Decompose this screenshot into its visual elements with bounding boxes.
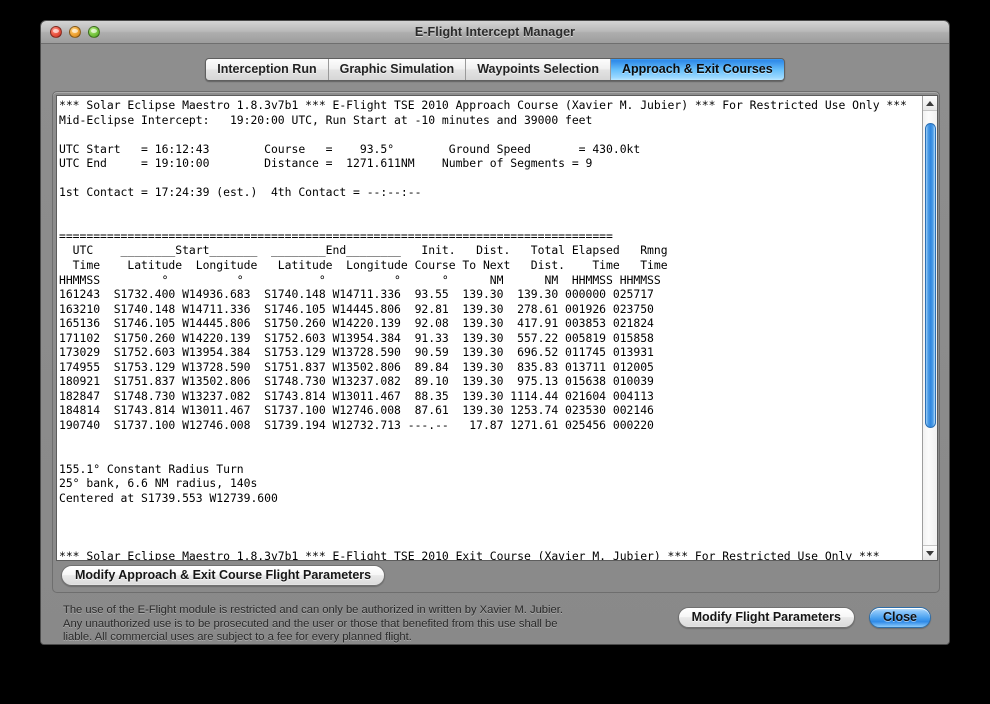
tab-bar: Interception Run Graphic Simulation Wayp… <box>41 58 949 81</box>
report-text: *** Solar Eclipse Maestro 1.8.3v7b1 *** … <box>59 98 907 560</box>
window-titlebar[interactable]: E-Flight Intercept Manager <box>41 21 949 44</box>
report-textview: *** Solar Eclipse Maestro 1.8.3v7b1 *** … <box>56 95 938 561</box>
panel-actions: Modify Approach & Exit Course Flight Par… <box>61 565 386 586</box>
scroll-up-arrow-icon[interactable] <box>923 96 937 111</box>
tab-graphic-simulation[interactable]: Graphic Simulation <box>328 59 467 80</box>
content-panel: *** Solar Eclipse Maestro 1.8.3v7b1 *** … <box>52 91 940 593</box>
screen: E-Flight Intercept Manager Interception … <box>0 0 990 704</box>
tab-waypoints-selection[interactable]: Waypoints Selection <box>466 59 611 80</box>
report-scroll-area[interactable]: *** Solar Eclipse Maestro 1.8.3v7b1 *** … <box>57 96 922 560</box>
footer-actions: Modify Flight Parameters Close <box>677 607 931 628</box>
close-button[interactable]: Close <box>868 607 931 628</box>
tab-interception-run[interactable]: Interception Run <box>206 59 329 80</box>
window-footer: The use of the E-Flight module is restri… <box>41 600 949 644</box>
window-title: E-Flight Intercept Manager <box>414 25 576 39</box>
disclaimer-text: The use of the E-Flight module is restri… <box>63 604 563 644</box>
scroll-down-arrow-icon[interactable] <box>923 545 937 560</box>
window-body: Interception Run Graphic Simulation Wayp… <box>41 44 949 644</box>
tab-approach-exit-courses[interactable]: Approach & Exit Courses <box>610 59 784 80</box>
tab-group: Interception Run Graphic Simulation Wayp… <box>205 58 785 81</box>
vertical-scrollbar[interactable] <box>922 96 937 560</box>
modify-flight-parameters-button[interactable]: Modify Flight Parameters <box>677 607 855 628</box>
scrollbar-thumb[interactable] <box>925 123 936 429</box>
application-window: E-Flight Intercept Manager Interception … <box>40 20 950 645</box>
modify-approach-exit-course-flight-parameters-button[interactable]: Modify Approach & Exit Course Flight Par… <box>61 565 386 586</box>
